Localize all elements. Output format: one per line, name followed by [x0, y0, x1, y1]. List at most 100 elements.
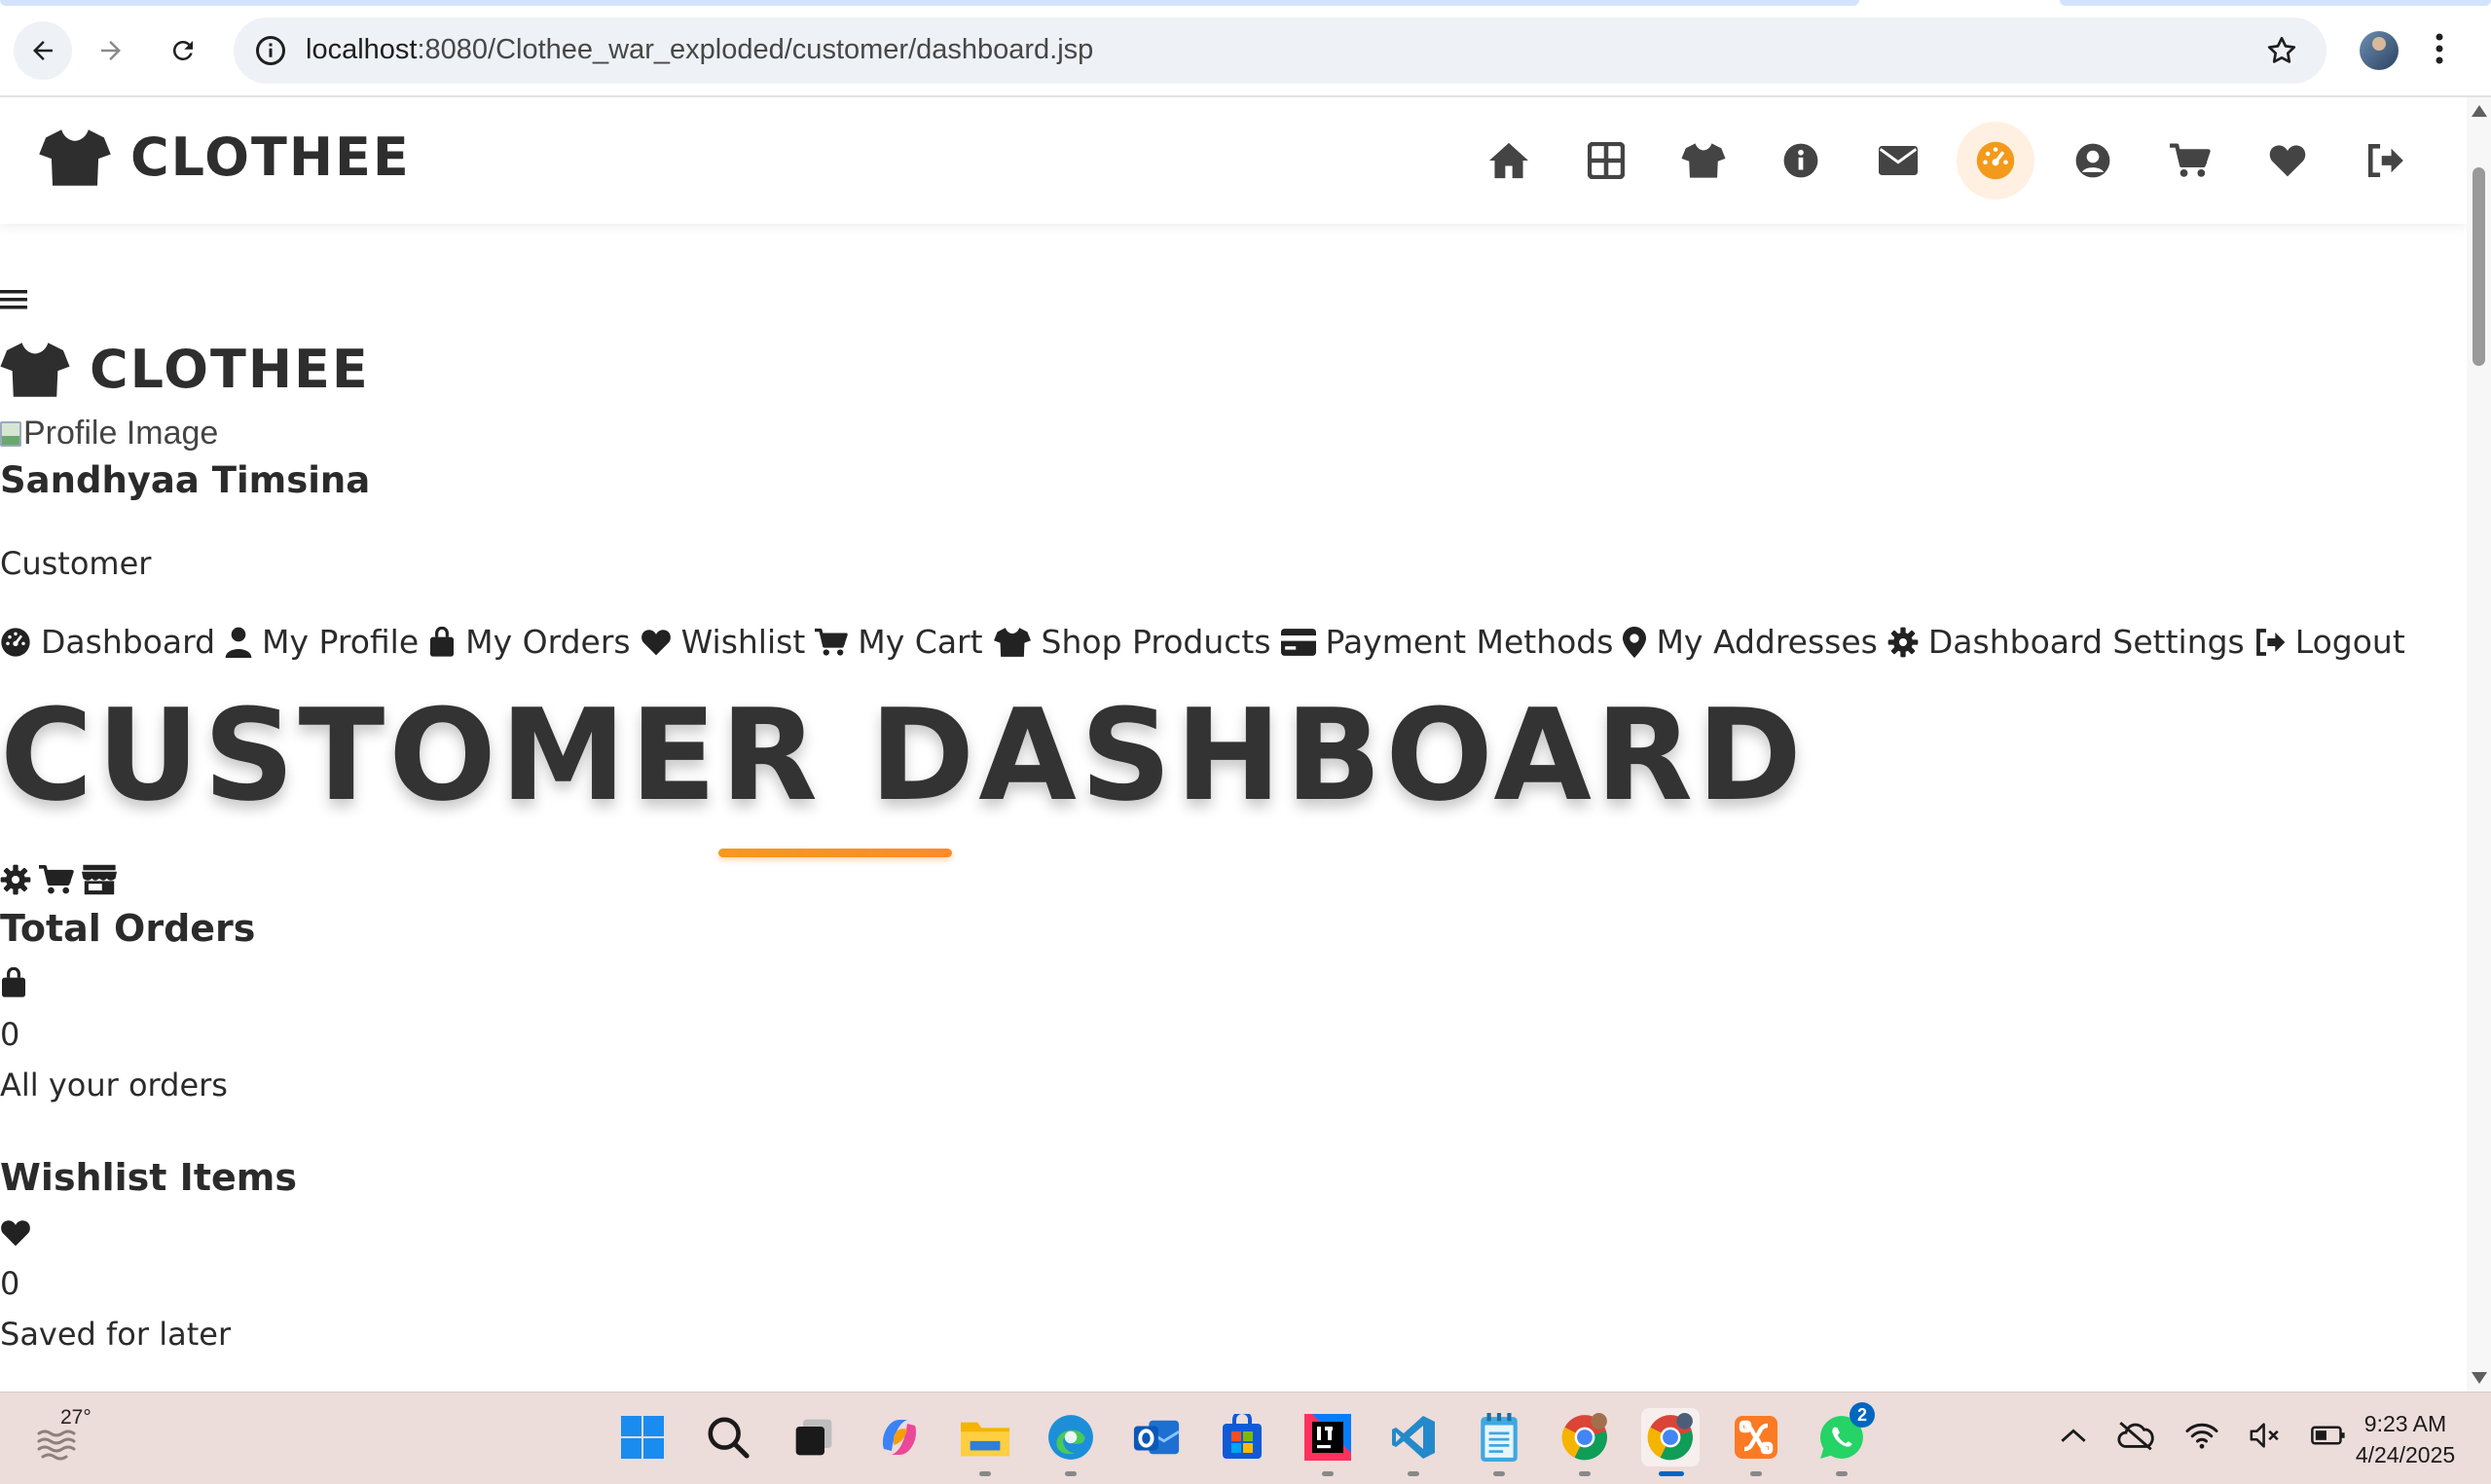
running-indicator	[1750, 1471, 1762, 1476]
sidebar-item-dashboard[interactable]: Dashboard	[0, 623, 215, 661]
nav-categories[interactable]	[1575, 129, 1637, 192]
running-indicator	[1322, 1471, 1334, 1476]
sidebar-item-my-profile[interactable]: My Profile	[225, 623, 419, 661]
weather-temperature: 27°	[60, 1406, 92, 1429]
heart-icon	[2269, 145, 2306, 177]
url-host: localhost	[306, 34, 418, 65]
site-logo[interactable]: CLOTHEE	[39, 127, 411, 188]
nav-wishlist[interactable]	[2256, 129, 2319, 192]
profile-image: Profile Image	[0, 415, 218, 452]
nav-contact[interactable]	[1867, 129, 1929, 192]
onedrive-offline-icon[interactable]	[2116, 1420, 2155, 1451]
active-tab-indicator	[0, 0, 1859, 6]
user-circle-icon	[2075, 143, 2110, 178]
site-info-icon[interactable]	[253, 33, 288, 68]
sidebar-item-label: Logout	[2294, 623, 2405, 661]
sidebar-item-my-orders[interactable]: My Orders	[428, 623, 631, 661]
heart-icon	[0, 1218, 31, 1248]
reload-icon	[172, 40, 193, 60]
sidebar-brand-name: CLOTHEE	[90, 339, 370, 400]
back-button[interactable]	[14, 21, 72, 80]
chrome-profile-2-icon[interactable]	[1641, 1408, 1700, 1476]
nav-about[interactable]	[1770, 129, 1832, 192]
scroll-up-arrow-icon[interactable]	[2472, 105, 2487, 117]
sidebar-item-label: Payment Methods	[1325, 623, 1614, 661]
notepad-icon[interactable]	[1470, 1408, 1528, 1476]
vscode-icon[interactable]	[1384, 1408, 1443, 1476]
hamburger-menu-icon[interactable]	[0, 288, 27, 311]
gear-icon	[1887, 627, 1919, 657]
system-clock[interactable]: 9:23 AM 4/24/2025	[2332, 1408, 2478, 1470]
whatsapp-icon[interactable]: 2	[1813, 1402, 1875, 1476]
outlook-icon[interactable]	[1127, 1408, 1186, 1466]
profile-avatar[interactable]	[2360, 31, 2399, 70]
stat-wishlist-value: 0	[0, 1265, 20, 1302]
shopping-bag-icon	[430, 626, 455, 657]
chevron-up-icon[interactable]	[2060, 1427, 2087, 1444]
store-icon[interactable]	[82, 864, 117, 895]
search-icon[interactable]	[699, 1408, 757, 1466]
wifi-icon[interactable]	[2184, 1421, 2219, 1450]
sidebar-item-wishlist[interactable]: Wishlist	[641, 623, 805, 661]
chrome-profile-1-icon[interactable]	[1556, 1408, 1614, 1476]
shirt-logo-icon	[39, 128, 111, 186]
site-brand-name: CLOTHEE	[130, 127, 411, 188]
user-role: Customer	[0, 545, 152, 582]
bookmark-star-icon[interactable]	[2264, 33, 2299, 68]
sidebar-item-my-cart[interactable]: My Cart	[815, 623, 983, 661]
shirt-icon	[1681, 143, 1726, 178]
site-header: CLOTHEE	[0, 97, 2467, 224]
arrow-right-icon	[101, 41, 121, 60]
logout-icon	[2367, 143, 2403, 178]
clock-date: 4/24/2025	[2355, 1442, 2456, 1467]
edge-icon[interactable]	[1042, 1408, 1100, 1476]
sidebar-item-label: Dashboard Settings	[1927, 623, 2245, 661]
nav-dashboard[interactable]	[1957, 122, 2034, 199]
stat-wishlist-title: Wishlist Items	[0, 1156, 297, 1199]
sidebar-item-label: My Cart	[858, 623, 983, 661]
sidebar-item-shop-products[interactable]: Shop Products	[993, 623, 1271, 661]
url-text[interactable]: localhost:8080/Clothee_war_exploded/cust…	[306, 34, 1093, 66]
tab-strip-segment	[2060, 0, 2491, 6]
sidebar-item-label: My Addresses	[1656, 623, 1878, 661]
logout-icon	[2255, 628, 2286, 656]
profile-image-alt: Profile Image	[23, 415, 219, 452]
windows-start-icon[interactable]	[613, 1408, 672, 1466]
copilot-icon[interactable]	[870, 1408, 929, 1466]
xampp-icon[interactable]	[1727, 1408, 1785, 1476]
sidebar-item-logout[interactable]: Logout	[2254, 623, 2405, 661]
sidebar-item-label: My Profile	[262, 623, 420, 661]
cart-icon	[2170, 143, 2211, 177]
nav-logout[interactable]	[2354, 129, 2416, 192]
vertical-scrollbar[interactable]	[2467, 97, 2491, 1392]
title-underline	[718, 849, 952, 857]
nav-products[interactable]	[1672, 129, 1735, 192]
envelope-icon	[1879, 146, 1918, 175]
sidebar-item-my-addresses[interactable]: My Addresses	[1623, 623, 1878, 661]
broken-image-icon	[0, 420, 21, 447]
address-bar[interactable]: localhost:8080/Clothee_war_exploded/cust…	[234, 18, 2326, 84]
scroll-thumb[interactable]	[2473, 167, 2485, 366]
volume-muted-icon[interactable]	[2249, 1421, 2282, 1450]
kebab-menu-icon[interactable]	[2434, 29, 2445, 68]
microsoft-store-icon[interactable]	[1213, 1408, 1271, 1466]
reload-button[interactable]	[154, 21, 212, 80]
cart-icon[interactable]	[39, 864, 74, 895]
sidebar-item-dashboard-settings[interactable]: Dashboard Settings	[1887, 623, 2245, 661]
arrow-left-icon	[33, 41, 53, 60]
clock-time: 9:23 AM	[2363, 1411, 2447, 1436]
nav-profile[interactable]	[2062, 129, 2124, 192]
scroll-down-arrow-icon[interactable]	[2472, 1372, 2487, 1384]
file-explorer-icon[interactable]	[956, 1408, 1014, 1476]
forward-button[interactable]	[82, 21, 140, 80]
sidebar-item-payment-methods[interactable]: Payment Methods	[1280, 623, 1614, 661]
cart-icon	[815, 628, 849, 656]
task-view-icon[interactable]	[785, 1408, 843, 1466]
dashboard-icon	[1976, 141, 2015, 180]
sidebar-logo[interactable]: CLOTHEE	[0, 339, 370, 400]
nav-cart[interactable]	[2159, 129, 2221, 192]
gear-icon[interactable]	[0, 864, 31, 895]
shirt-logo-icon	[0, 342, 70, 397]
nav-home[interactable]	[1478, 129, 1540, 192]
intellij-icon[interactable]	[1299, 1408, 1357, 1476]
